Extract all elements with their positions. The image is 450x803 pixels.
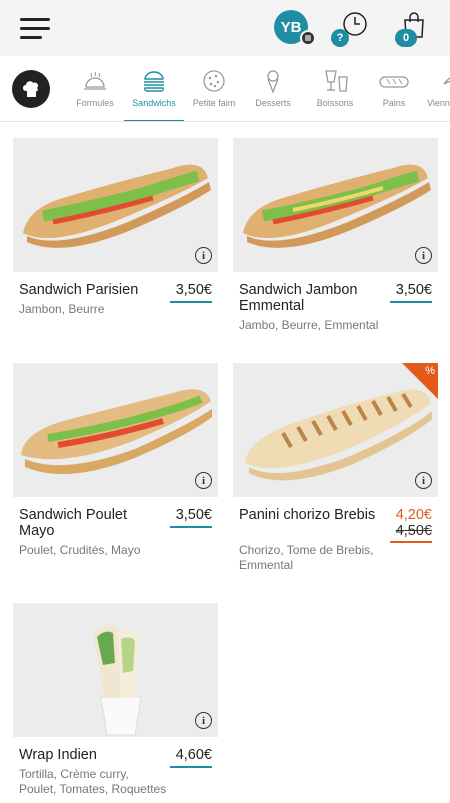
product-description: Poulet, Crudités, Mayo	[19, 543, 141, 557]
product-photo: i	[13, 138, 218, 272]
drinks-icon	[325, 70, 348, 92]
price-underline	[390, 541, 432, 543]
category-sandwichs[interactable]: Sandwichs	[124, 66, 184, 121]
history-badge: ?	[331, 29, 349, 47]
category-bar: Formules Sandwichs Petite faim Desserts	[0, 58, 450, 122]
product-description: Jambo, Beurre, Emmental	[239, 318, 379, 332]
product-photo: i	[13, 363, 218, 497]
baguette-sandwich-image	[13, 363, 218, 497]
product-name: Sandwich Parisien	[19, 282, 139, 298]
info-icon[interactable]: i	[415, 472, 432, 489]
category-label: Formules	[76, 98, 114, 108]
product-description: Jambon, Beurre	[19, 302, 105, 316]
croissant-icon	[443, 77, 450, 85]
product-description: Chorizo, Tome de Brebis, Emmental	[239, 543, 374, 572]
product-name: Sandwich Poulet Mayo	[19, 507, 128, 539]
chef-logo-icon[interactable]	[12, 70, 50, 108]
info-icon[interactable]: i	[415, 247, 432, 264]
category-desserts[interactable]: Desserts	[250, 66, 296, 121]
category-formules[interactable]: Formules	[72, 66, 118, 121]
info-icon[interactable]: i	[195, 247, 212, 264]
product-price: 3,50€	[175, 282, 212, 298]
category-viennoiseries[interactable]: Viennoiseries	[424, 66, 450, 121]
product-card[interactable]: i Wrap Indien 4,60€ Tortilla, Crème curr…	[13, 603, 218, 803]
info-icon[interactable]: i	[195, 712, 212, 729]
product-name: Sandwich Jambon Emmental	[239, 282, 358, 314]
cloche-icon	[84, 71, 106, 90]
bread-icon	[379, 76, 409, 88]
category-pains[interactable]: Pains	[374, 66, 414, 121]
promo-percent-icon: %	[425, 365, 435, 377]
product-description: Tortilla, Crème curry, Poulet, Tomates, …	[19, 767, 167, 796]
price-underline	[170, 766, 212, 768]
product-old-price: 4,50€	[395, 523, 432, 539]
wrap-image	[13, 603, 218, 737]
product-card[interactable]: % i Panini chorizo Brebis 4,20€ 4,50€ Ch…	[233, 363, 438, 583]
product-price: 4,60€	[175, 747, 212, 763]
price-underline	[170, 301, 212, 303]
avatar-badge-icon	[300, 30, 316, 46]
baguette-sandwich-image	[233, 138, 438, 272]
category-label: Petite faim	[192, 98, 236, 108]
baguette-sandwich-image	[13, 138, 218, 272]
product-promo-price: 4,20€	[395, 507, 432, 523]
product-name: Panini chorizo Brebis	[239, 507, 376, 523]
product-card[interactable]: i Sandwich Parisien 3,50€ Jambon, Beurre	[13, 138, 218, 338]
menu-icon[interactable]	[20, 18, 50, 40]
product-card[interactable]: i Sandwich Jambon Emmental 3,50€ Jambo, …	[233, 138, 438, 348]
cart-count-badge: 0	[395, 29, 417, 47]
product-photo: % i	[233, 363, 438, 497]
product-name: Wrap Indien	[19, 747, 97, 763]
app-header: YB ? 0	[0, 0, 450, 56]
price-underline	[170, 526, 212, 528]
category-label: Pains	[382, 98, 406, 108]
category-label: Boissons	[316, 98, 354, 108]
ice-cream-icon	[267, 70, 279, 94]
category-label: Sandwichs	[132, 98, 176, 108]
product-photo: i	[13, 603, 218, 737]
info-icon[interactable]: i	[195, 472, 212, 489]
category-boissons[interactable]: Boissons	[312, 66, 358, 121]
product-photo: i	[233, 138, 438, 272]
product-price: 3,50€	[175, 507, 212, 523]
category-label: Viennoiseries	[427, 98, 450, 108]
price-underline	[390, 301, 432, 303]
cookie-icon	[203, 70, 225, 92]
product-price: 3,50€	[395, 282, 432, 298]
burger-icon	[144, 71, 164, 92]
category-petite-faim[interactable]: Petite faim	[188, 66, 240, 121]
category-label: Desserts	[255, 98, 291, 108]
product-card[interactable]: i Sandwich Poulet Mayo 3,50€ Poulet, Cru…	[13, 363, 218, 573]
